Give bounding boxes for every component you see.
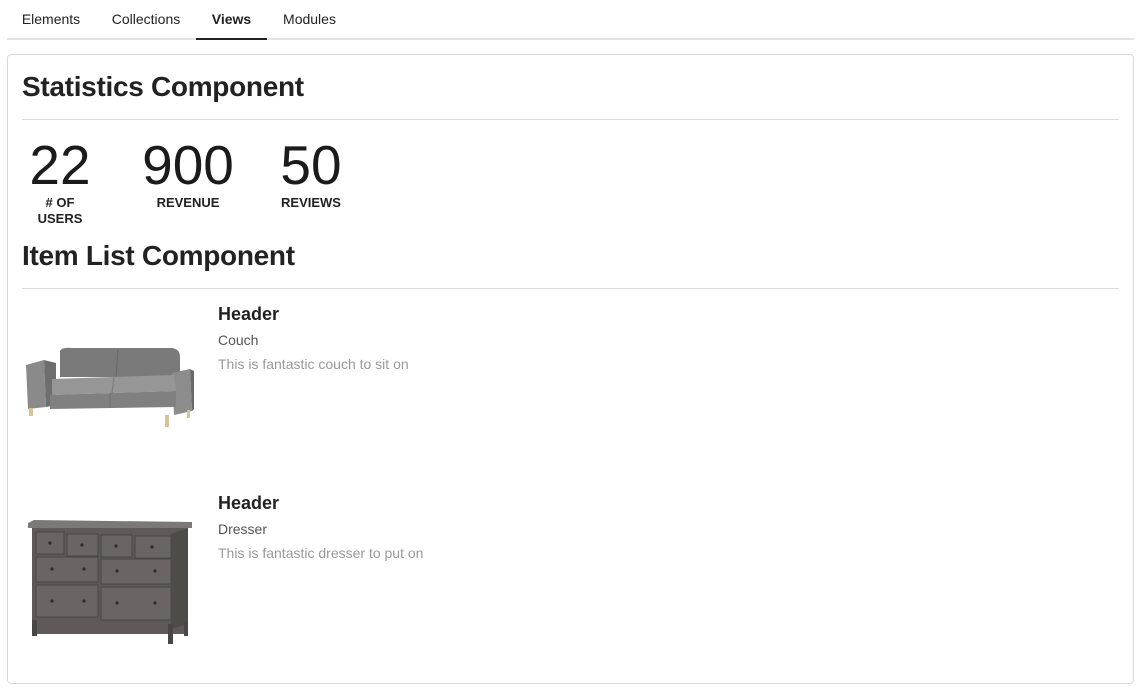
- stat-users-label: # OF USERS: [37, 195, 83, 226]
- item-name: Dresser: [218, 521, 268, 537]
- stat-revenue-value: 900: [142, 134, 234, 196]
- dresser-image: [22, 484, 202, 664]
- content-panel: Statistics Component 22 # OF USERS 900 R…: [7, 54, 1134, 684]
- tab-collections[interactable]: Collections: [101, 0, 191, 40]
- item-name: Couch: [218, 332, 259, 348]
- tab-bar: Elements Collections Views Modules: [7, 0, 1134, 40]
- list-item: Header Dresser This is fantastic dresser…: [22, 484, 1122, 664]
- item-text: Header Couch This is fantastic couch to …: [218, 295, 409, 372]
- stat-revenue-label: REVENUE: [156, 195, 220, 210]
- item-list-title: Item List Component: [22, 240, 295, 271]
- item-list-divider: [22, 288, 1119, 289]
- stat-reviews: 50 REVIEWS: [276, 137, 346, 211]
- statistics-title: Statistics Component: [22, 71, 304, 102]
- tab-elements[interactable]: Elements: [7, 0, 95, 40]
- couch-image: [22, 295, 202, 475]
- statistics-divider: [22, 119, 1119, 120]
- item-description: This is fantastic couch to sit on: [218, 356, 409, 372]
- tab-modules[interactable]: Modules: [273, 0, 346, 40]
- stat-revenue: 900 REVENUE: [138, 137, 238, 211]
- item-description: This is fantastic dresser to put on: [218, 545, 424, 561]
- list-item: Header Couch This is fantastic couch to …: [22, 295, 1122, 475]
- item-header: Header: [218, 304, 280, 324]
- stat-reviews-value: 50: [280, 134, 342, 196]
- stat-users: 22 # OF USERS: [22, 137, 98, 227]
- stat-reviews-label: REVIEWS: [281, 195, 341, 210]
- item-text: Header Dresser This is fantastic dresser…: [218, 484, 423, 561]
- tab-views[interactable]: Views: [196, 0, 267, 40]
- item-header: Header: [218, 493, 280, 513]
- stat-users-value: 22: [29, 134, 91, 196]
